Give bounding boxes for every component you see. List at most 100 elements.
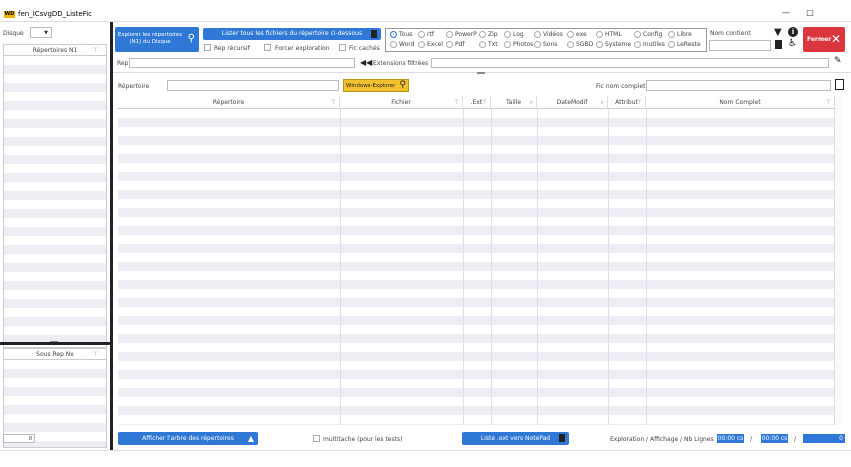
radio-button[interactable] — [596, 31, 603, 38]
filter-option-label: Zip — [488, 31, 498, 38]
rep-n1-list[interactable]: Répertoires N1 ⊤ — [3, 44, 107, 348]
radio-button[interactable] — [390, 31, 397, 38]
radio-button[interactable] — [596, 41, 603, 48]
filter-option-label: Word — [399, 41, 415, 48]
radio-button[interactable] — [390, 41, 397, 48]
grid-vertical-scrollbar[interactable] — [834, 96, 842, 425]
splitter-grip[interactable] — [477, 72, 485, 74]
window-titlebar: WD fen_ICsvgDD_ListeFic — □ — [0, 0, 851, 22]
filter-option-zip[interactable]: Zip — [479, 31, 498, 38]
filter-option-label: Txt — [488, 41, 498, 48]
radio-button[interactable] — [634, 31, 641, 38]
filter-option-lereste[interactable]: LeReste — [668, 41, 701, 48]
search-icon[interactable]: ⌕ — [601, 96, 604, 110]
trash-icon[interactable] — [775, 40, 782, 49]
chevron-down-icon: ▼ — [44, 30, 48, 36]
extensions-filtrees-input[interactable] — [431, 58, 829, 68]
filter-option-powerp[interactable]: PowerP — [446, 31, 477, 38]
radio-button[interactable] — [446, 41, 453, 48]
col-datemodif[interactable]: DateModif ⌕ — [537, 96, 608, 109]
repertoire-input[interactable] — [167, 80, 339, 91]
radio-button[interactable] — [634, 41, 641, 48]
radio-button[interactable] — [668, 41, 675, 48]
copy-icon[interactable] — [835, 79, 844, 90]
filter-icon[interactable]: ⊤ — [93, 349, 98, 360]
filter-option-exe[interactable]: exe — [567, 31, 587, 38]
double-left-arrow-icon[interactable]: ◀◀ — [360, 58, 372, 67]
filter-option-log[interactable]: Log — [504, 31, 524, 38]
radio-button[interactable] — [534, 41, 541, 48]
filter-option-sons[interactable]: Sons — [534, 41, 557, 48]
nom-contient-input[interactable] — [709, 40, 771, 51]
fic-nom-complet-input[interactable] — [646, 80, 831, 91]
radio-button[interactable] — [446, 31, 453, 38]
filter-icon[interactable]: ⊤ — [93, 45, 98, 56]
forcer-exploration-checkbox[interactable] — [264, 44, 271, 51]
disque-combo[interactable]: ▼ — [30, 27, 52, 38]
accessibility-icon[interactable]: ♿ — [788, 38, 797, 49]
radio-button[interactable] — [418, 31, 425, 38]
rep-recursif-checkbox[interactable] — [204, 44, 211, 51]
radio-button[interactable] — [534, 31, 541, 38]
multitache-checkbox[interactable] — [313, 435, 320, 442]
left-panel: Disque ▼ Répertoires N1 ⊤ 0 Sous Rep Nx … — [0, 22, 110, 450]
filter-icon[interactable]: ⊤ — [637, 96, 642, 110]
filter-option-systeme[interactable]: Systeme — [596, 41, 631, 48]
filter-option-pdf[interactable]: Pdf — [446, 41, 465, 48]
rep-input[interactable] — [129, 58, 355, 68]
maximize-button[interactable]: □ — [802, 8, 818, 18]
filter-option-vidéos[interactable]: Vidéos — [534, 31, 563, 38]
radio-button[interactable] — [567, 31, 574, 38]
col-nom-complet[interactable]: Nom Complet ⊤ — [646, 96, 834, 109]
filter-icon[interactable]: ⊤ — [482, 96, 487, 110]
radio-button[interactable] — [668, 31, 675, 38]
filter-option-sgbd[interactable]: SGBD — [567, 41, 593, 48]
radio-button[interactable] — [567, 41, 574, 48]
filter-option-tous[interactable]: Tous — [390, 31, 412, 38]
filter-icon[interactable]: ⊤ — [454, 96, 459, 110]
filter-option-excel[interactable]: Excel — [418, 41, 443, 48]
filter-option-html[interactable]: HTML — [596, 31, 622, 38]
fic-caches-checkbox[interactable] — [339, 44, 346, 51]
edit-pencil-icon[interactable]: ✎ — [834, 56, 842, 66]
col-divider — [537, 109, 538, 425]
col-attribut[interactable]: Attribut ⊤ — [608, 96, 646, 109]
filter-option-libre[interactable]: Libre — [668, 31, 692, 38]
filter-option-word[interactable]: Word — [390, 41, 414, 48]
grid-body[interactable] — [118, 109, 834, 425]
explorer-button[interactable]: Explorer les répertoires (N1) du Disque … — [115, 27, 199, 52]
sous-rep-header-label: Sous Rep Nx — [36, 351, 74, 358]
filter-option-photos[interactable]: Photos — [504, 41, 533, 48]
filter-option-txt[interactable]: Txt — [479, 41, 498, 48]
vertical-separator[interactable] — [110, 22, 113, 450]
filter-option-label: rtf — [427, 31, 434, 38]
left-horizontal-separator[interactable] — [0, 342, 110, 345]
minimize-button[interactable]: — — [778, 8, 794, 18]
afficher-arbre-button[interactable]: Afficher l'arbre des répertoires ▲ — [118, 432, 258, 445]
filter-icon[interactable]: ⊤ — [331, 96, 336, 110]
col-fichier-label: Fichier — [391, 99, 411, 106]
filter-funnel-icon[interactable]: ▼ — [774, 27, 782, 38]
col-repertoire[interactable]: Répertoire ⊤ — [118, 96, 340, 109]
radio-button[interactable] — [504, 41, 511, 48]
fermer-button[interactable]: Fermer ✕ — [803, 27, 845, 52]
info-icon[interactable]: i — [788, 27, 798, 37]
radio-button[interactable] — [504, 31, 511, 38]
filter-icon[interactable]: ⊤ — [826, 96, 831, 110]
filter-option-config[interactable]: Config — [634, 31, 662, 38]
col-fichier[interactable]: Fichier ⊤ — [340, 96, 463, 109]
lister-fichiers-button[interactable]: Lister tous les fichiers du répertoire c… — [203, 28, 381, 40]
radio-button[interactable] — [479, 31, 486, 38]
radio-button[interactable] — [418, 41, 425, 48]
windows-explorer-button[interactable]: Windows-Explorer ⚲ — [343, 79, 409, 92]
sous-rep-list[interactable]: Sous Rep Nx ⊤ — [3, 348, 107, 448]
col-ext[interactable]: .Ext ⊤ — [463, 96, 491, 109]
liste-ext-notepad-button[interactable]: Liste .ext vers NotePad — [462, 432, 569, 445]
col-taille[interactable]: Taille ⌕ — [491, 96, 537, 109]
filter-option-rtf[interactable]: rtf — [418, 31, 434, 38]
radio-button[interactable] — [479, 41, 486, 48]
notepad-icon — [559, 434, 565, 442]
filter-option-inutiles[interactable]: Inutiles — [634, 41, 665, 48]
col-attribut-label: Attribut — [615, 99, 638, 106]
search-icon[interactable]: ⌕ — [530, 96, 533, 110]
